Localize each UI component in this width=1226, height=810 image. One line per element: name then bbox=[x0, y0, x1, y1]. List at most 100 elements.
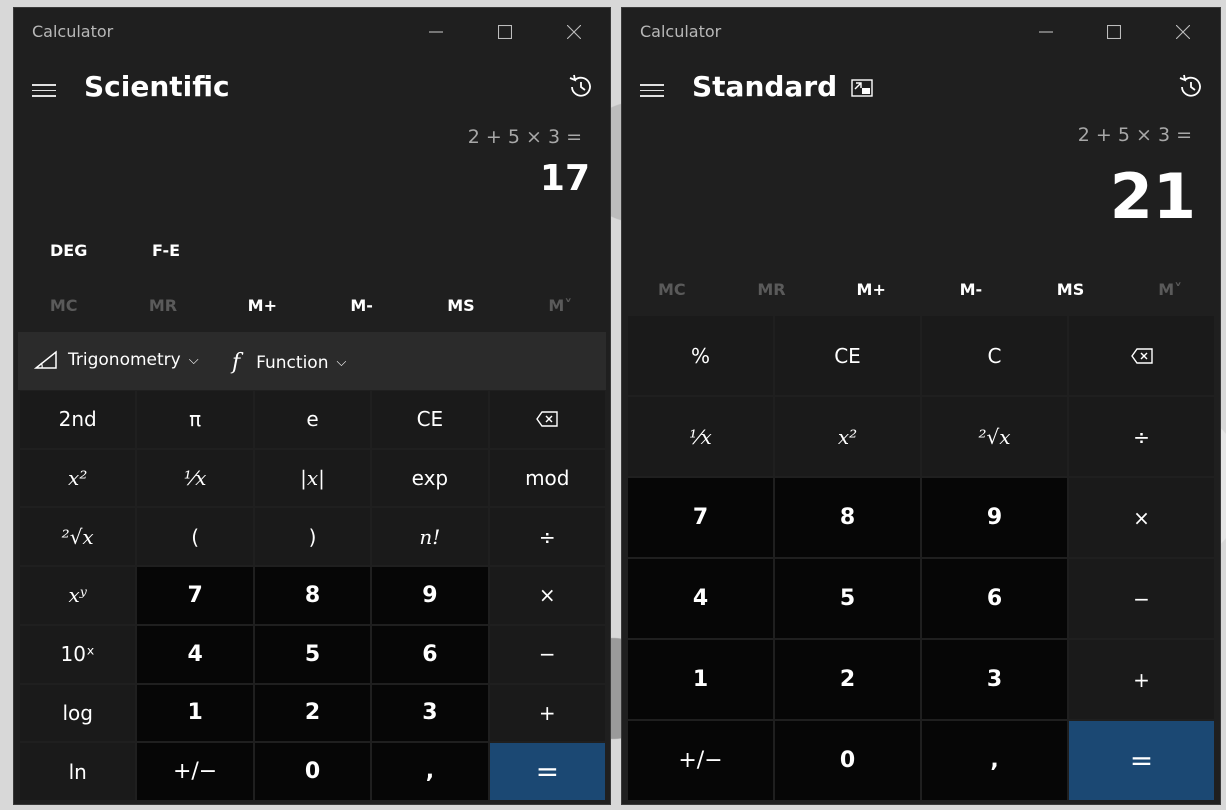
memory-recall-button[interactable]: MR bbox=[722, 280, 822, 299]
digit-0-button[interactable]: 0 bbox=[254, 743, 371, 800]
close-button[interactable] bbox=[556, 16, 592, 48]
equals-button[interactable]: = bbox=[489, 743, 605, 800]
digit-5-button[interactable]: 5 bbox=[254, 625, 371, 683]
window-title: Calculator bbox=[640, 22, 722, 41]
maximize-button[interactable] bbox=[1096, 16, 1132, 48]
minimize-icon bbox=[429, 31, 443, 33]
clear-entry-button[interactable]: CE bbox=[372, 391, 488, 448]
negate-button[interactable]: +/− bbox=[628, 721, 773, 800]
result-display: 17 bbox=[539, 158, 590, 199]
history-button[interactable] bbox=[566, 72, 596, 102]
title-bar: Calculator bbox=[622, 8, 1220, 56]
factorial-button[interactable]: n! bbox=[372, 508, 488, 566]
second-label: 2nd bbox=[58, 407, 97, 432]
square-root-button[interactable]: ²√x bbox=[20, 508, 136, 566]
memory-add-button[interactable]: M+ bbox=[821, 280, 921, 299]
fe-toggle-button[interactable]: F-E bbox=[152, 241, 180, 260]
square-root-button[interactable]: ²√x bbox=[922, 397, 1067, 476]
log-button[interactable]: log bbox=[20, 684, 136, 742]
ln-button[interactable]: ln bbox=[20, 743, 136, 800]
decimal-button[interactable]: , bbox=[922, 721, 1067, 800]
keep-on-top-button[interactable] bbox=[850, 76, 874, 100]
trigonometry-dropdown[interactable]: Trigonometry ⌵ bbox=[34, 350, 199, 370]
digit-3-button[interactable]: 3 bbox=[922, 640, 1067, 719]
mode-title: Scientific bbox=[84, 70, 230, 103]
hamburger-menu-button[interactable] bbox=[32, 84, 56, 100]
decimal-button[interactable]: , bbox=[372, 743, 488, 800]
digit-4-button[interactable]: 4 bbox=[137, 625, 253, 683]
open-paren-button[interactable]: ( bbox=[137, 508, 253, 566]
clear-entry-button[interactable]: CE bbox=[775, 316, 920, 395]
mod-button[interactable]: mod bbox=[489, 449, 605, 507]
digit-7-button[interactable]: 7 bbox=[137, 567, 253, 624]
second-button[interactable]: 2nd bbox=[20, 391, 136, 448]
square-button[interactable]: x² bbox=[775, 397, 920, 476]
ten-power-button[interactable]: 10ˣ bbox=[20, 625, 136, 683]
add-button[interactable]: + bbox=[489, 684, 605, 742]
digit-7-button[interactable]: 7 bbox=[628, 478, 773, 557]
add-button[interactable]: + bbox=[1069, 640, 1214, 719]
pi-button[interactable]: π bbox=[137, 391, 253, 448]
close-paren-button[interactable]: ) bbox=[254, 508, 371, 566]
function-icon: f bbox=[232, 350, 241, 375]
function-dropdown[interactable]: f Function ⌵ bbox=[232, 350, 346, 375]
minimize-button[interactable] bbox=[418, 16, 454, 48]
digit-5-button[interactable]: 5 bbox=[775, 559, 920, 638]
digit-1-button[interactable]: 1 bbox=[628, 640, 773, 719]
memory-clear-button[interactable]: MC bbox=[14, 296, 113, 315]
divide-button[interactable]: ÷ bbox=[1069, 397, 1214, 476]
memory-subtract-button[interactable]: M- bbox=[921, 280, 1021, 299]
backspace-button[interactable] bbox=[1069, 316, 1214, 395]
calculator-window-standard: Calculator Standard 2 + 5 × 3 = 21 MC MR bbox=[622, 8, 1220, 804]
close-icon bbox=[567, 25, 581, 39]
absolute-button[interactable]: |x| bbox=[254, 449, 371, 507]
memory-list-button[interactable]: M˅ bbox=[1120, 280, 1220, 299]
memory-store-button[interactable]: MS bbox=[1021, 280, 1121, 299]
multiply-button[interactable]: × bbox=[489, 567, 605, 624]
exp-button[interactable]: exp bbox=[372, 449, 488, 507]
equals-button[interactable]: = bbox=[1069, 721, 1214, 800]
memory-clear-button[interactable]: MC bbox=[622, 280, 722, 299]
power-button[interactable]: xʸ bbox=[20, 567, 136, 624]
percent-button[interactable]: % bbox=[628, 316, 773, 395]
negate-button[interactable]: +/− bbox=[137, 743, 253, 800]
expression-display: 2 + 5 × 3 = bbox=[467, 126, 582, 148]
digit-1-button[interactable]: 1 bbox=[137, 684, 253, 742]
minimize-button[interactable] bbox=[1028, 16, 1064, 48]
digit-8-button[interactable]: 8 bbox=[254, 567, 371, 624]
memory-recall-button[interactable]: MR bbox=[113, 296, 212, 315]
digit-4-button[interactable]: 4 bbox=[628, 559, 773, 638]
memory-list-button[interactable]: M˅ bbox=[511, 296, 610, 315]
chevron-down-icon: ⌵ bbox=[336, 355, 347, 370]
maximize-icon bbox=[498, 25, 512, 39]
digit-2-button[interactable]: 2 bbox=[775, 640, 920, 719]
history-button[interactable] bbox=[1176, 72, 1206, 102]
memory-subtract-button[interactable]: M- bbox=[312, 296, 411, 315]
digit-6-button[interactable]: 6 bbox=[922, 559, 1067, 638]
digit-8-button[interactable]: 8 bbox=[775, 478, 920, 557]
maximize-button[interactable] bbox=[487, 16, 523, 48]
digit-9-button[interactable]: 9 bbox=[922, 478, 1067, 557]
reciprocal-button[interactable]: ⅟x bbox=[628, 397, 773, 476]
digit-2-button[interactable]: 2 bbox=[254, 684, 371, 742]
digit-9-button[interactable]: 9 bbox=[372, 567, 488, 624]
hamburger-menu-button[interactable] bbox=[640, 84, 664, 100]
angle-unit-button[interactable]: DEG bbox=[50, 241, 87, 260]
memory-store-button[interactable]: MS bbox=[411, 296, 510, 315]
multiply-button[interactable]: × bbox=[1069, 478, 1214, 557]
memory-add-button[interactable]: M+ bbox=[213, 296, 312, 315]
memory-bar: MC MR M+ M- MS M˅ bbox=[14, 296, 610, 315]
digit-0-button[interactable]: 0 bbox=[775, 721, 920, 800]
divide-button[interactable]: ÷ bbox=[489, 508, 605, 566]
backspace-button[interactable] bbox=[489, 391, 605, 448]
subtract-button[interactable]: − bbox=[1069, 559, 1214, 638]
e-button[interactable]: e bbox=[254, 391, 371, 448]
reciprocal-button[interactable]: ⅟x bbox=[137, 449, 253, 507]
subtract-button[interactable]: − bbox=[489, 625, 605, 683]
digit-3-button[interactable]: 3 bbox=[372, 684, 488, 742]
digit-6-button[interactable]: 6 bbox=[372, 625, 488, 683]
close-button[interactable] bbox=[1165, 16, 1201, 48]
clear-button[interactable]: C bbox=[922, 316, 1067, 395]
keep-on-top-icon bbox=[851, 79, 873, 97]
square-button[interactable]: x² bbox=[20, 449, 136, 507]
